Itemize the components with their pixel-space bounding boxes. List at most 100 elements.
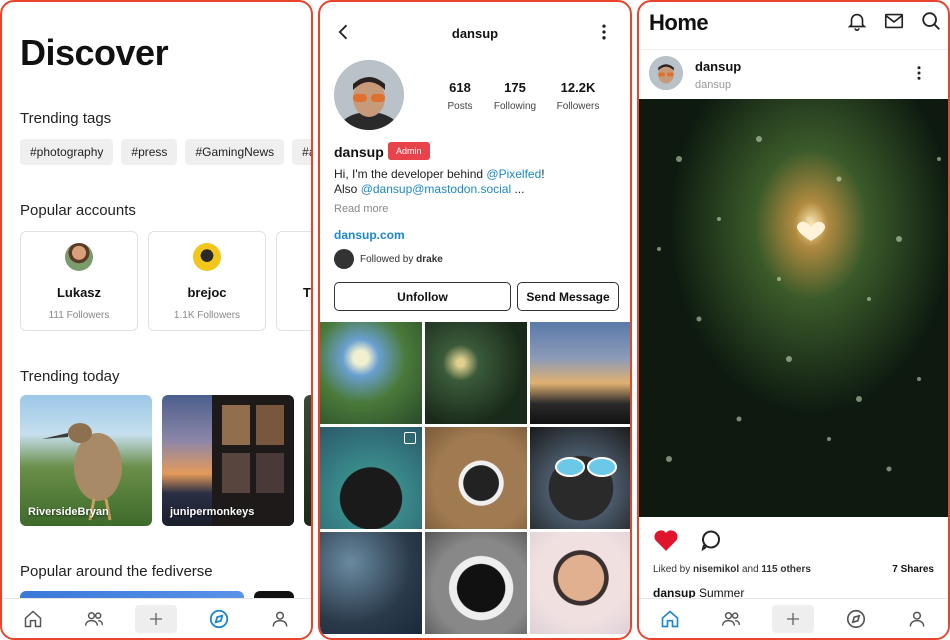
more-vertical-icon[interactable] <box>594 22 614 47</box>
read-more-link[interactable]: Read more <box>334 203 388 215</box>
followed-by-text: Followed by drake <box>360 254 443 265</box>
stat-label: Followers <box>556 101 600 112</box>
tag-chip[interactable]: #GamingNews <box>185 139 285 165</box>
liked-by-user: nisemikol <box>693 564 740 575</box>
avatar <box>65 243 93 271</box>
tag-chip[interactable]: #press <box>121 139 178 165</box>
bio: Hi, I'm the developer behind @Pixelfed! … <box>334 167 545 197</box>
liked-by-middle: and <box>739 564 762 575</box>
display-name: dansup <box>334 144 384 160</box>
grid-photo[interactable] <box>320 322 422 424</box>
album-icon <box>404 432 416 444</box>
grid-photo[interactable] <box>320 427 422 529</box>
bio-mention-link[interactable]: @Pixelfed <box>486 167 541 181</box>
followed-by[interactable]: Followed by drake <box>334 249 443 269</box>
stat-value: 12.2K <box>560 80 596 95</box>
comment-icon[interactable] <box>699 528 723 557</box>
bio-text: ! <box>541 167 545 181</box>
account-followers: 111 Followers <box>48 310 110 321</box>
website-link[interactable]: dansup.com <box>334 228 405 242</box>
stat-label: Posts <box>447 101 473 112</box>
post-actions <box>653 528 723 557</box>
home-icon[interactable] <box>650 604 690 634</box>
profile-topbar: dansup <box>320 16 630 50</box>
tag-chip[interactable]: #photography <box>20 139 114 165</box>
account-card[interactable]: brejoc 1.1K Followers <box>148 231 266 331</box>
avatar <box>193 243 221 271</box>
trending-card[interactable]: junipermonkeys <box>162 395 294 526</box>
profile-panel: dansup 618 Posts 175 Following 12.2K Fol… <box>318 0 632 640</box>
stat-label: Following <box>493 101 537 112</box>
plus-icon[interactable] <box>135 604 178 633</box>
grid-photo[interactable] <box>320 532 422 634</box>
account-card[interactable]: T <box>276 231 311 331</box>
trending-today-title: Trending today <box>20 368 120 385</box>
page-title: Home <box>649 10 709 35</box>
account-card[interactable]: Lukasz 111 Followers <box>20 231 138 331</box>
more-vertical-icon[interactable] <box>910 64 928 87</box>
stat-value: 618 <box>449 80 471 95</box>
popular-fediverse-title: Popular around the fediverse <box>20 563 213 580</box>
avatar[interactable] <box>649 56 683 90</box>
bell-icon[interactable] <box>846 10 868 37</box>
compass-icon[interactable] <box>836 604 876 634</box>
home-icon[interactable] <box>13 604 53 634</box>
account-name: brejoc <box>187 285 227 300</box>
trending-card[interactable] <box>304 395 311 526</box>
tag-chip[interactable]: #a <box>292 139 311 165</box>
trending-card[interactable]: RiversideBryan <box>20 395 152 526</box>
post-author[interactable]: dansup <box>695 59 741 74</box>
bio-mention-link[interactable]: @dansup@mastodon.social <box>361 182 511 196</box>
followed-by-name: drake <box>416 253 443 265</box>
avatar <box>334 249 354 269</box>
trending-card-label: RiversideBryan <box>28 506 109 518</box>
shares-count[interactable]: 7 Shares <box>892 564 934 575</box>
bio-text: Also <box>334 182 361 196</box>
send-message-button[interactable]: Send Message <box>517 282 619 311</box>
profile-username: dansup <box>451 26 499 41</box>
account-name: T <box>303 285 311 300</box>
stat-following[interactable]: 175 Following <box>490 80 540 112</box>
mail-icon[interactable] <box>882 10 906 37</box>
stat-followers[interactable]: 12.2K Followers <box>552 80 604 112</box>
search-icon[interactable] <box>920 10 942 37</box>
compass-icon[interactable] <box>199 604 239 634</box>
liked-by-text[interactable]: Liked by nisemikol and 115 others <box>653 564 811 575</box>
trending-today-list: RiversideBryan junipermonkeys <box>20 395 311 526</box>
account-name: Lukasz <box>56 285 102 300</box>
bio-text: Hi, I'm the developer behind <box>334 167 487 181</box>
bokeh-photo <box>639 99 948 517</box>
popular-accounts-list: Lukasz 111 Followers brejoc 1.1K Followe… <box>20 231 311 331</box>
plus-icon[interactable] <box>772 604 815 633</box>
liked-by-prefix: Liked by <box>653 564 694 575</box>
admin-badge: Admin <box>388 142 430 160</box>
grid-photo[interactable] <box>530 427 630 529</box>
trending-tags-title: Trending tags <box>20 110 112 127</box>
followed-by-prefix: Followed by <box>360 253 417 265</box>
discover-panel: Discover Trending tags #photography #pre… <box>0 0 313 640</box>
liked-by-others: 115 others <box>761 564 811 575</box>
grid-photo[interactable] <box>425 322 527 424</box>
avatar <box>334 60 404 130</box>
post-image[interactable] <box>639 99 948 517</box>
bio-text: ... <box>511 182 525 196</box>
account-followers: 1.1K Followers <box>173 310 241 321</box>
people-icon[interactable] <box>711 604 751 634</box>
grid-photo[interactable] <box>425 532 527 634</box>
grid-photo[interactable] <box>425 427 527 529</box>
heart-icon[interactable] <box>653 528 679 557</box>
grid-photo[interactable] <box>530 322 630 424</box>
post-header: dansup dansup <box>639 49 948 99</box>
page-title: Discover <box>20 32 169 73</box>
stat-value: 175 <box>504 80 526 95</box>
unfollow-button[interactable]: Unfollow <box>334 282 511 311</box>
grid-photo[interactable] <box>530 532 630 634</box>
post-handle: dansup <box>695 79 732 91</box>
home-header-actions <box>846 10 942 37</box>
people-icon[interactable] <box>74 604 114 634</box>
sunglasses-graphic <box>555 457 617 477</box>
stat-posts[interactable]: 618 Posts <box>440 80 480 112</box>
person-icon[interactable] <box>897 604 937 634</box>
person-icon[interactable] <box>260 604 300 634</box>
home-panel: Home dansup dansup Liked by nisemikol an… <box>637 0 950 640</box>
